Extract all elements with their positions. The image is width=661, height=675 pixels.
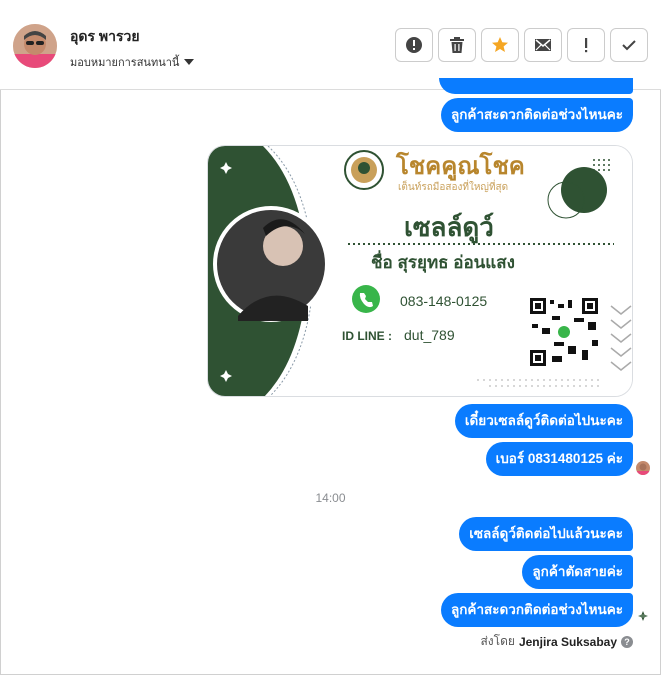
trash-icon [450,37,464,53]
message-bubble[interactable]: เบอร์ 0831480125 ค่ะ [485,442,633,476]
message-bubble[interactable]: ลูกค้าสะดวกติดต่อช่วงไหนคะ [440,98,633,132]
message-bubble-partial [439,78,633,94]
exclamation-icon [585,38,588,53]
sent-by-label: ส่งโดย [480,634,515,648]
card-tagline: เต็นท์รถมือสองที่ใหญ่ที่สุด [398,179,508,193]
star-button[interactable] [481,28,519,62]
delete-button[interactable] [438,28,476,62]
card-line-label: ID LINE : [342,329,392,343]
alert-button[interactable] [395,28,433,62]
star-icon [492,37,508,52]
seen-avatar [636,461,650,475]
avatar[interactable] [13,24,57,68]
mark-done-button[interactable] [610,28,648,62]
card-phone: 083-148-0125 [400,293,487,309]
image-message[interactable]: โชคคูณโชค เต็นท์รถมือสองที่ใหญ่ที่สุด เซ… [207,145,633,397]
conversation-header: อุดร พารวย มอบหมายการสนทนานี้ [0,0,661,90]
assign-label: มอบหมายการสนทนานี้ [70,57,180,69]
business-card-image: โชคคูณโชค เต็นท์รถมือสองที่ใหญ่ที่สุด เซ… [208,146,632,396]
conversation-toolbar [395,28,648,62]
message-bubble[interactable]: ลูกค้าตัดสายค่ะ [522,555,633,589]
message-bubble[interactable]: ลูกค้าสะดวกติดต่อช่วงไหนคะ [440,593,633,627]
card-brand: โชคคูณโชค [395,151,525,181]
assign-conversation-dropdown[interactable]: มอบหมายการสนทนานี้ [70,53,195,71]
card-line-id: dut_789 [404,327,455,343]
sent-by-name: Jenjira Suksabay [518,634,617,649]
sent-by: ส่งโดย Jenjira Suksabay ? [480,632,633,651]
time-separator: 14:00 [315,491,346,505]
check-icon [622,40,636,51]
message-bubble[interactable]: เดี๋ยวเซลล์ดูว์ติดต่อไปนะคะ [454,404,633,438]
card-person: ชื่อ สุรยุทธ อ่อนแสง [371,250,515,273]
contact-name: อุดร พารวย [70,28,140,44]
card-role: เซลล์ดูว์ [404,212,494,244]
alert-circle-icon [406,37,422,53]
info-icon[interactable]: ? [621,635,633,648]
envelope-icon [535,39,551,51]
sender-avatar [636,609,650,623]
mark-unread-button[interactable] [524,28,562,62]
important-button[interactable] [567,28,605,62]
chevron-down-icon [184,59,195,65]
message-bubble[interactable]: เซลล์ดูว์ติดต่อไปแล้วนะคะ [459,517,633,551]
